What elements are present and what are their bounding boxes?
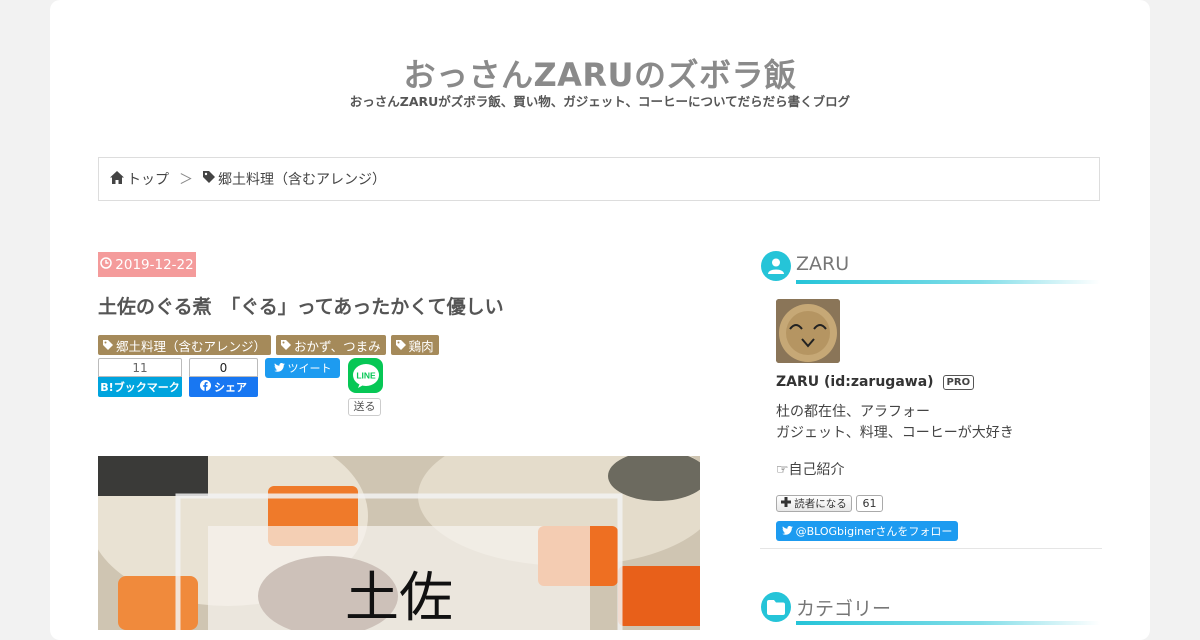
profile-heading-text: ZARU bbox=[796, 253, 850, 275]
profile-description: 杜の都在住、アラフォー ガジェット、料理、コーヒーが大好き bbox=[776, 402, 1014, 444]
breadcrumb: トップ ＞ 郷土料理（含むアレンジ） bbox=[98, 157, 1100, 201]
tag-icon bbox=[281, 338, 292, 353]
line-send-button[interactable]: 送る bbox=[348, 398, 381, 416]
entry-tag-label: 鶏肉 bbox=[408, 338, 434, 354]
hatena-bookmark-share[interactable]: 11 B!ブックマーク bbox=[98, 358, 182, 397]
category-heading-text: カテゴリー bbox=[796, 598, 892, 620]
plus-icon bbox=[781, 497, 792, 510]
line-icon[interactable]: LINE bbox=[348, 358, 383, 393]
pro-badge: PRO bbox=[942, 374, 975, 390]
facebook-share[interactable]: 0 シェア bbox=[189, 358, 258, 397]
sidebar-divider bbox=[760, 548, 1102, 549]
entry-tag[interactable]: 鶏肉 bbox=[390, 335, 439, 355]
facebook-icon bbox=[200, 380, 211, 394]
tag-icon bbox=[203, 171, 215, 187]
self-introduction-link[interactable]: ☞自己紹介 bbox=[776, 459, 845, 479]
entry-title[interactable]: 土佐のぐる煮 「ぐる」ってあったかくて優しい bbox=[98, 292, 718, 319]
eyecatch-image[interactable]: 土佐 bbox=[98, 456, 700, 630]
twitter-follow-label: @BLOGbiginerさんをフォロー bbox=[795, 525, 953, 538]
breadcrumb-separator: ＞ bbox=[179, 172, 193, 188]
twitter-tweet-button[interactable]: ツイート bbox=[265, 358, 340, 378]
user-icon bbox=[761, 251, 791, 281]
entry-date-text: 2019-12-22 bbox=[115, 256, 194, 273]
entry-tag-label: 郷土料理（含むアレンジ） bbox=[116, 338, 267, 354]
facebook-share-count: 0 bbox=[189, 358, 258, 377]
entry-tag[interactable]: おかず、つまみ bbox=[276, 335, 386, 355]
twitter-follow-button[interactable]: @BLOGbiginerさんをフォロー bbox=[776, 521, 958, 541]
category-module-heading: カテゴリー bbox=[760, 592, 1100, 628]
entry-tag-label: おかず、つまみ bbox=[294, 338, 381, 354]
entry-tags: 郷土料理（含むアレンジ） おかず、つまみ 鶏肉 bbox=[98, 335, 444, 355]
profile-description-line: 杜の都在住、アラフォー bbox=[776, 404, 930, 420]
profile-description-line: ガジェット、料理、コーヒーが大好き bbox=[776, 425, 1014, 441]
hatena-bookmark-count: 11 bbox=[98, 358, 182, 377]
twitter-bird-icon bbox=[781, 525, 793, 538]
folder-icon bbox=[761, 592, 791, 622]
breadcrumb-category-link[interactable]: 郷土料理（含むアレンジ） bbox=[218, 169, 386, 189]
home-icon bbox=[110, 170, 124, 188]
page-container: おっさんZARUのズボラ飯 おっさんZARUがズボラ飯、買い物、ガジェット、コー… bbox=[50, 0, 1150, 640]
entry-date: 2019-12-22 bbox=[98, 252, 196, 277]
line-icon-text: LINE bbox=[356, 370, 376, 380]
subscribe-button[interactable]: 読者になる bbox=[776, 495, 852, 512]
subscriber-count: 61 bbox=[856, 495, 883, 512]
profile-name-link[interactable]: ZARU (id:zarugawa) bbox=[776, 374, 934, 390]
facebook-share-label: シェア bbox=[214, 381, 247, 394]
clock-icon bbox=[100, 256, 113, 273]
blog-description: おっさんZARUがズボラ飯、買い物、ガジェット、コーヒーについてだらだら書くブロ… bbox=[349, 94, 851, 109]
tag-icon bbox=[103, 338, 113, 353]
blog-title[interactable]: おっさんZARUのズボラ飯 bbox=[50, 50, 1150, 96]
avatar[interactable] bbox=[776, 299, 840, 363]
facebook-share-button[interactable]: シェア bbox=[189, 377, 258, 397]
twitter-bird-icon bbox=[273, 362, 285, 375]
profile-name: ZARU (id:zarugawa) PRO bbox=[776, 374, 975, 390]
breadcrumb-home-link[interactable]: トップ bbox=[127, 169, 169, 189]
profile-module-heading: ZARU bbox=[760, 251, 1100, 287]
eyecatch-text: 土佐 bbox=[345, 566, 453, 629]
entry-tag[interactable]: 郷土料理（含むアレンジ） bbox=[98, 335, 272, 355]
heading-underline bbox=[796, 621, 1100, 625]
subscribe-label: 読者になる bbox=[794, 498, 847, 510]
tag-icon bbox=[395, 338, 406, 353]
heading-underline bbox=[796, 280, 1100, 284]
twitter-tweet-label: ツイート bbox=[287, 362, 332, 375]
hatena-bookmark-button[interactable]: B!ブックマーク bbox=[98, 377, 182, 397]
